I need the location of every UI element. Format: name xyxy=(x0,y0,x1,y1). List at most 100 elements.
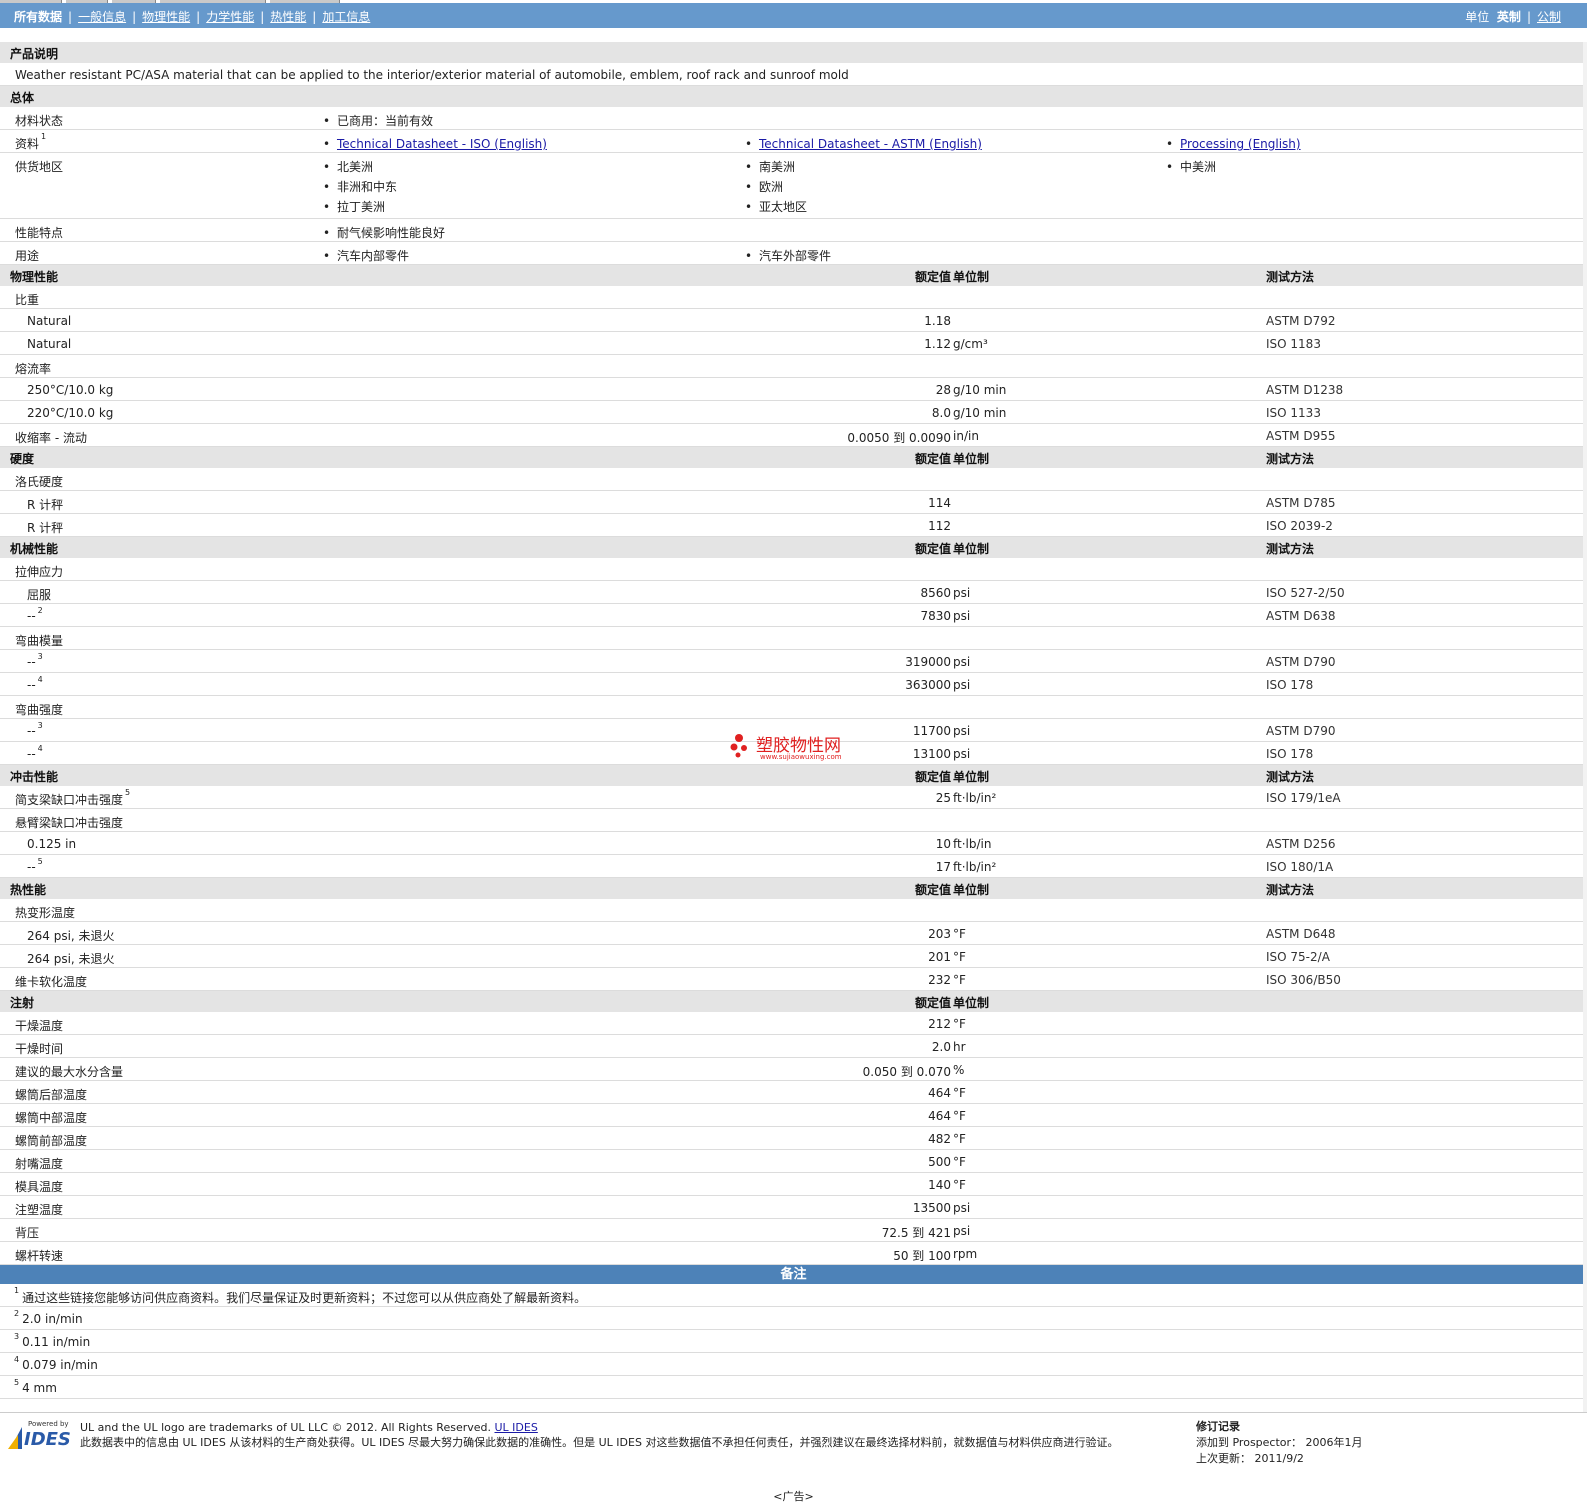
material-status-row: 材料状态 已商用：当前有效 xyxy=(0,107,1587,130)
footer-legal: UL and the UL logo are trademarks of UL … xyxy=(80,1420,1118,1450)
unit-english: 英制 xyxy=(1496,10,1521,24)
property-group-row: 拉伸应力 xyxy=(0,558,1587,581)
test-method: ISO 178 xyxy=(1266,747,1314,761)
property-label: R 计秤 xyxy=(27,498,64,512)
property-value: 114 xyxy=(928,496,951,510)
test-method: ISO 527-2/50 xyxy=(1266,586,1345,600)
property-value: 482 xyxy=(928,1132,951,1146)
property-label: 螺筒前部温度 xyxy=(15,1134,88,1148)
property-label: 建议的最大水分含量 xyxy=(15,1065,124,1079)
region-item: 南美洲 xyxy=(745,157,807,177)
property-label: 螺筒后部温度 xyxy=(15,1088,88,1102)
property-row: 维卡软化温度 232 °F ISO 306/B50 xyxy=(0,968,1587,991)
property-label: 洛氏硬度 xyxy=(15,475,64,489)
test-method: ISO 2039-2 xyxy=(1266,519,1333,533)
column-header-test: 测试方法 xyxy=(1266,270,1315,284)
nav-processing[interactable]: 加工信息 xyxy=(322,10,370,24)
property-unit: g/10 min xyxy=(953,383,1007,397)
property-group-row: 熔流率 xyxy=(0,355,1587,378)
property-unit: °F xyxy=(953,1178,966,1192)
property-label: -- 3 xyxy=(27,652,43,669)
column-header-unit: 单位制 xyxy=(953,452,990,466)
property-value: 17 xyxy=(935,860,951,874)
property-row: 螺筒后部温度 464 °F xyxy=(0,1081,1587,1104)
nav-thermal[interactable]: 热性能 xyxy=(270,10,306,24)
property-row: Natural 1.12 g/cm³ ISO 1183 xyxy=(0,332,1587,355)
revision-updated: 上次更新： 2011/9/2 xyxy=(1196,1452,1304,1465)
property-unit: rpm xyxy=(953,1247,978,1261)
property-row: 射嘴温度 500 °F xyxy=(0,1150,1587,1173)
nav-general-info[interactable]: 一般信息 xyxy=(78,10,126,24)
test-method: ASTM D955 xyxy=(1266,429,1336,443)
ul-ides-link[interactable]: UL IDES xyxy=(495,1421,538,1434)
test-method: ASTM D790 xyxy=(1266,655,1336,669)
datasheet: 产品说明 Weather resistant PC/ASA material t… xyxy=(0,42,1587,1399)
row-label: 资料1 xyxy=(15,132,47,151)
property-row: 模具温度 140 °F xyxy=(0,1173,1587,1196)
property-value: 10 xyxy=(935,837,951,851)
note-row: 3 0.11 in/min xyxy=(0,1330,1587,1353)
property-row: R 计秤 114 ASTM D785 xyxy=(0,491,1587,514)
row-label: 材料状态 xyxy=(15,114,64,128)
section-header-physical: 物理性能 额定值 单位制 测试方法 xyxy=(0,265,1587,286)
property-unit: psi xyxy=(953,609,971,623)
feature-item: 耐气候影响性能良好 xyxy=(323,223,445,243)
doc-link-iso[interactable]: Technical Datasheet - ISO (English) xyxy=(323,134,547,154)
property-group-row: 比重 xyxy=(0,286,1587,309)
property-row: 简支梁缺口冲击强度5 25 ft·lb/in² ISO 179/1eA xyxy=(0,786,1587,809)
section-nav: 所有数据 | 一般信息 | 物理性能 | 力学性能 | 热性能 | 加工信息 xyxy=(14,10,371,24)
property-unit: °F xyxy=(953,1155,966,1169)
property-label: 0.125 in xyxy=(27,837,77,851)
nav-all-data[interactable]: 所有数据 xyxy=(14,10,62,24)
regions-col-2: 南美洲 欧洲 亚太地区 xyxy=(745,157,807,217)
section-header-product: 产品说明 xyxy=(0,42,1587,63)
note-text: 3 0.11 in/min xyxy=(14,1332,91,1349)
property-unit: psi xyxy=(953,655,971,669)
property-group-row: 弯曲模量 xyxy=(0,627,1587,650)
regions-row: 供货地区 北美洲 非洲和中东 拉丁美洲 南美洲 欧洲 亚太地区 中美洲 xyxy=(0,153,1587,219)
property-value: 0.050 到 0.070 xyxy=(862,1065,951,1079)
ides-logo: Powered by IDES xyxy=(8,1420,72,1451)
column-header-test: 测试方法 xyxy=(1266,770,1315,784)
property-value: 11700 xyxy=(912,724,951,738)
section-title: 总体 xyxy=(10,91,35,105)
property-row: 264 psi, 未退火 203 °F ASTM D648 xyxy=(0,922,1587,945)
property-row: 264 psi, 未退火 201 °F ISO 75-2/A xyxy=(0,945,1587,968)
doc-link-processing[interactable]: Processing (English) xyxy=(1166,134,1301,154)
property-row: -- 2 7830 psi ASTM D638 xyxy=(0,604,1587,627)
scrollbar[interactable] xyxy=(1583,42,1587,1412)
note-row: 2 2.0 in/min xyxy=(0,1307,1587,1330)
property-label: 干燥时间 xyxy=(15,1042,64,1056)
property-label: 热变形温度 xyxy=(15,906,76,920)
watermark: 塑胶物性网 www.sujiaowuxing.com xyxy=(730,733,842,762)
section-header-mechanical: 机械性能 额定值 单位制 测试方法 xyxy=(0,537,1587,558)
notes-header: 备注 xyxy=(0,1265,1587,1284)
nav-mechanical[interactable]: 力学性能 xyxy=(206,10,254,24)
nav-physical[interactable]: 物理性能 xyxy=(142,10,190,24)
property-value: 7830 xyxy=(920,609,951,623)
property-unit: °F xyxy=(953,1109,966,1123)
column-header-value: 额定值 xyxy=(914,542,951,556)
property-label: 弯曲模量 xyxy=(15,634,64,648)
property-label: -- 4 xyxy=(27,675,43,692)
section-header-thermal: 热性能 额定值 单位制 测试方法 xyxy=(0,878,1587,899)
revision-history: 修订记录 添加到 Prospector： 2006年1月 上次更新： 2011/… xyxy=(1196,1419,1363,1467)
note-text: 2 2.0 in/min xyxy=(14,1309,83,1326)
property-unit: psi xyxy=(953,724,971,738)
top-navigation-bar: 所有数据 | 一般信息 | 物理性能 | 力学性能 | 热性能 | 加工信息 单位 英制 | 公制 xyxy=(0,3,1587,28)
use-item: 汽车内部零件 xyxy=(323,246,409,266)
property-value: 363000 xyxy=(905,678,951,692)
units-switcher: 单位 英制 | 公制 xyxy=(1465,10,1561,24)
property-row: 建议的最大水分含量 0.050 到 0.070% xyxy=(0,1058,1587,1081)
property-label: 熔流率 xyxy=(15,362,52,376)
test-method: ASTM D648 xyxy=(1266,927,1336,941)
property-label: -- 5 xyxy=(27,857,43,874)
property-row: 收缩率 - 流动 0.0050 到 0.0090 in/in ASTM D955 xyxy=(0,424,1587,447)
doc-link-astm[interactable]: Technical Datasheet - ASTM (English) xyxy=(745,134,982,154)
product-description: Weather resistant PC/ASA material that c… xyxy=(15,68,849,82)
property-label: -- 3 xyxy=(27,721,43,738)
unit-metric-link[interactable]: 公制 xyxy=(1537,10,1561,24)
note-row: 1通过这些链接您能够访问供应商资料。我们尽量保证及时更新资料；不过您可以从供应商… xyxy=(0,1284,1587,1307)
property-unit: °F xyxy=(953,950,966,964)
property-row: 螺筒中部温度 464 °F xyxy=(0,1104,1587,1127)
